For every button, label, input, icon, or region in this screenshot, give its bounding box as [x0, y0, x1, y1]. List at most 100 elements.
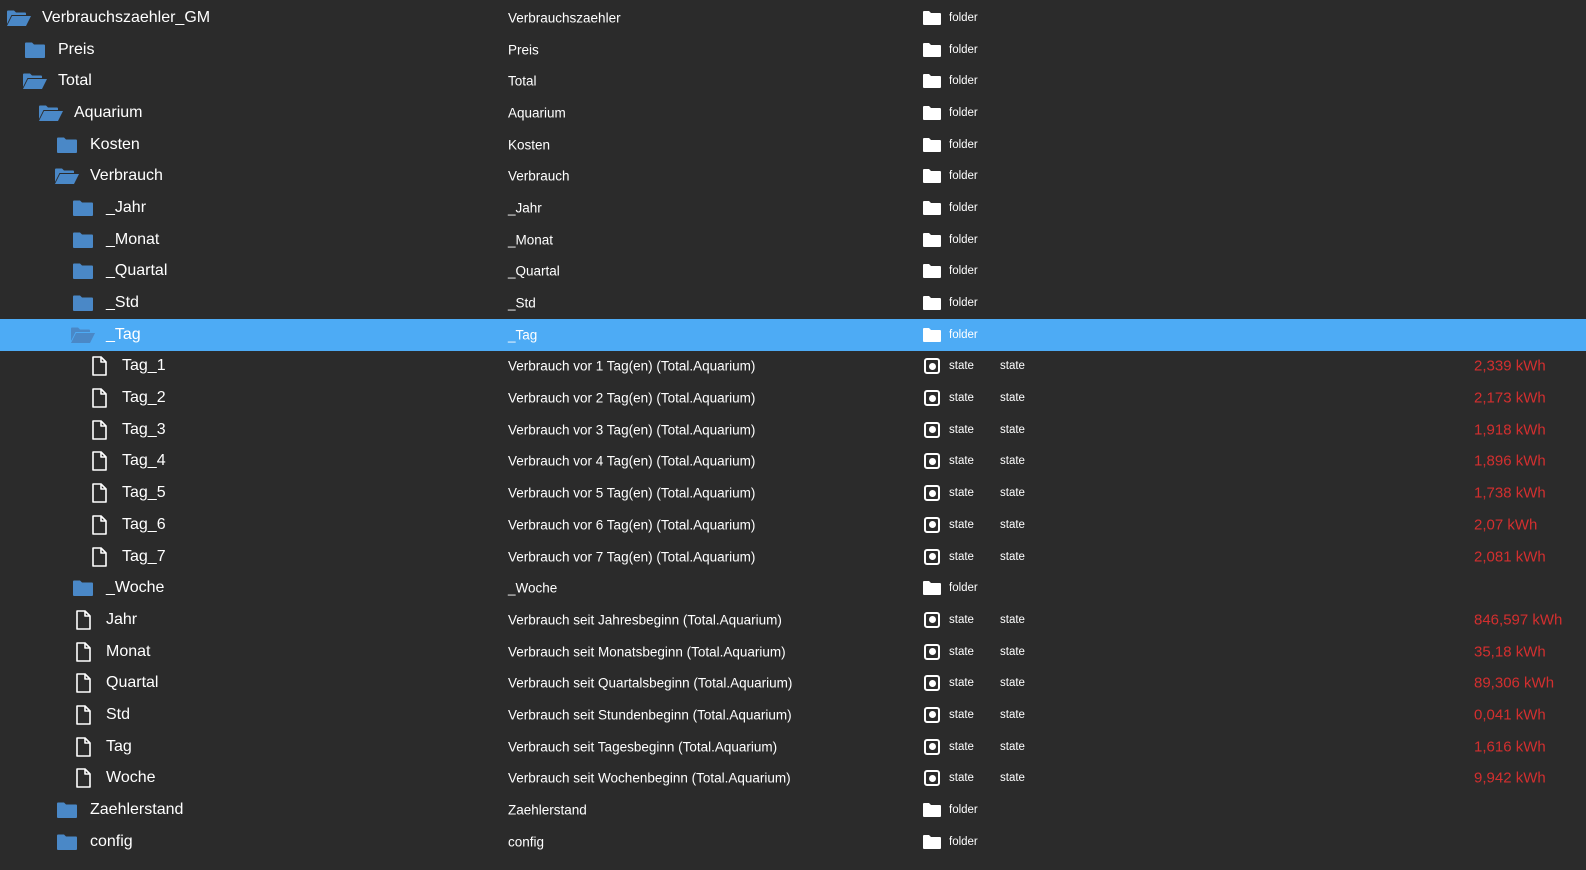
tree-item-name[interactable]: Zaehlerstand — [90, 801, 183, 819]
tree-item-value[interactable]: 2,081 kWh — [1474, 548, 1546, 565]
tree-row[interactable]: Tag_3 Verbrauch vor 3 Tag(en) (Total.Aqua… — [0, 414, 1586, 446]
tree-item-value[interactable]: 1,738 kWh — [1474, 485, 1546, 502]
tree-row[interactable]: _Quartal _Quartal folder — [0, 256, 1586, 288]
tree-row[interactable]: Tag_5 Verbrauch vor 5 Tag(en) (Total.Aqua… — [0, 477, 1586, 509]
folder-icon[interactable] — [70, 229, 96, 251]
tree-item-name[interactable]: _Woche — [106, 579, 164, 597]
folder-icon[interactable] — [70, 577, 96, 599]
file-icon[interactable] — [70, 609, 96, 631]
tree-row[interactable]: Zaehlerstand Zaehlerstand folder — [0, 794, 1586, 826]
folder-icon[interactable] — [54, 799, 80, 821]
tree-item-name[interactable]: Verbrauchszaehler_GM — [42, 9, 210, 27]
tree-item-value[interactable]: 2,339 kWh — [1474, 358, 1546, 375]
tree-item-name[interactable]: _Tag — [106, 326, 141, 344]
tree-row[interactable]: Kosten Kosten folder — [0, 129, 1586, 161]
folder-icon[interactable] — [70, 197, 96, 219]
tree-item-name[interactable]: _Monat — [106, 231, 159, 249]
folder-icon[interactable] — [54, 831, 80, 853]
tree-row[interactable]: _Std _Std folder — [0, 287, 1586, 319]
tree-row[interactable]: _Jahr _Jahr folder — [0, 192, 1586, 224]
tree-item-name[interactable]: Total — [58, 72, 92, 90]
tree-item-value[interactable]: 0,041 kWh — [1474, 706, 1546, 723]
tree-row[interactable]: Verbrauch Verbrauch folder — [0, 160, 1586, 192]
tree-item-name[interactable]: Tag_4 — [122, 452, 166, 470]
tree-item-name[interactable]: Quartal — [106, 674, 158, 692]
tree-item-description: Zaehlerstand — [508, 802, 587, 818]
tree-row[interactable]: _Tag _Tag folder — [0, 318, 1586, 351]
file-icon[interactable] — [70, 672, 96, 694]
tree-item-name[interactable]: config — [90, 833, 133, 851]
tree-item-name[interactable]: Tag — [106, 738, 132, 756]
tree-item-name[interactable]: Tag_2 — [122, 389, 166, 407]
tree-row[interactable]: Jahr Verbrauch seit Jahresbeginn (Total.A… — [0, 604, 1586, 636]
tree-row[interactable]: Preis Preis folder — [0, 34, 1586, 66]
file-icon[interactable] — [70, 767, 96, 789]
file-icon[interactable] — [86, 450, 112, 472]
tree-item-name[interactable]: Tag_3 — [122, 421, 166, 439]
file-icon[interactable] — [86, 482, 112, 504]
tree-item-type: state — [949, 613, 974, 626]
tree-item-type: folder — [949, 201, 978, 214]
tree-item-name[interactable]: _Jahr — [106, 199, 146, 217]
tree-row[interactable]: Tag_7 Verbrauch vor 7 Tag(en) (Total.Aqua… — [0, 541, 1586, 573]
file-icon[interactable] — [86, 514, 112, 536]
tree-row[interactable]: config config folder — [0, 826, 1586, 858]
tree-item-name[interactable]: Tag_5 — [122, 484, 166, 502]
folder-icon[interactable] — [70, 292, 96, 314]
tree-item-value[interactable]: 1,896 kWh — [1474, 453, 1546, 470]
file-icon[interactable] — [86, 355, 112, 377]
tree-item-value[interactable]: 89,306 kWh — [1474, 675, 1554, 692]
file-icon[interactable] — [86, 419, 112, 441]
tree-row[interactable]: Tag_6 Verbrauch vor 6 Tag(en) (Total.Aqua… — [0, 509, 1586, 541]
file-icon[interactable] — [86, 546, 112, 568]
folder-open-icon[interactable] — [6, 7, 32, 29]
tree-item-name[interactable]: Tag_7 — [122, 548, 166, 566]
tree-row[interactable]: Tag Verbrauch seit Tagesbeginn (Total.Aqu… — [0, 731, 1586, 763]
tree-item-value[interactable]: 9,942 kWh — [1474, 770, 1546, 787]
folder-icon[interactable] — [22, 39, 48, 61]
file-icon[interactable] — [70, 641, 96, 663]
folder-icon[interactable] — [54, 134, 80, 156]
tree-item-value[interactable]: 1,918 kWh — [1474, 421, 1546, 438]
tree-row[interactable]: Woche Verbrauch seit Wochenbeginn (Total.… — [0, 763, 1586, 795]
folder-open-icon[interactable] — [22, 70, 48, 92]
tree-item-value[interactable]: 846,597 kWh — [1474, 611, 1562, 628]
tree-item-name[interactable]: _Std — [106, 294, 139, 312]
tree-row[interactable]: Verbrauchszaehler_GM Verbrauchszaehler fol… — [0, 2, 1586, 34]
tree-row[interactable]: Quartal Verbrauch seit Quartalsbeginn (To… — [0, 667, 1586, 699]
tree-item-name[interactable]: Jahr — [106, 611, 137, 629]
tree-item-name[interactable]: Tag_1 — [122, 357, 166, 375]
folder-open-icon[interactable] — [54, 165, 80, 187]
tree-item-name[interactable]: Tag_6 — [122, 516, 166, 534]
file-icon[interactable] — [70, 736, 96, 758]
type-folder-icon — [922, 198, 942, 218]
tree-item-name[interactable]: Monat — [106, 643, 150, 661]
tree-row[interactable]: Aquarium Aquarium folder — [0, 97, 1586, 129]
tree-item-role: state — [1000, 708, 1025, 721]
tree-item-name[interactable]: Verbrauch — [90, 167, 163, 185]
tree-row[interactable]: _Woche _Woche folder — [0, 572, 1586, 604]
tree-item-name[interactable]: _Quartal — [106, 262, 167, 280]
tree-item-name[interactable]: Woche — [106, 769, 156, 787]
tree-item-name[interactable]: Std — [106, 706, 130, 724]
tree-item-name[interactable]: Aquarium — [74, 104, 142, 122]
tree-row[interactable]: Total Total folder — [0, 65, 1586, 97]
tree-row[interactable]: Monat Verbrauch seit Monatsbeginn (Total.… — [0, 636, 1586, 668]
tree-row[interactable]: _Monat _Monat folder — [0, 224, 1586, 256]
tree-item-description: Verbrauch vor 2 Tag(en) (Total.Aquarium) — [508, 390, 756, 406]
tree-row[interactable]: Tag_4 Verbrauch vor 4 Tag(en) (Total.Aqua… — [0, 446, 1586, 478]
folder-open-icon[interactable] — [38, 102, 64, 124]
folder-icon[interactable] — [70, 260, 96, 282]
tree-item-value[interactable]: 2,173 kWh — [1474, 390, 1546, 407]
tree-item-value[interactable]: 35,18 kWh — [1474, 643, 1546, 660]
file-icon[interactable] — [70, 704, 96, 726]
tree-row[interactable]: Tag_1 Verbrauch vor 1 Tag(en) (Total.Aqua… — [0, 351, 1586, 383]
folder-open-icon[interactable] — [70, 324, 96, 346]
tree-row[interactable]: Std Verbrauch seit Stundenbeginn (Total.A… — [0, 699, 1586, 731]
tree-row[interactable]: Tag_2 Verbrauch vor 2 Tag(en) (Total.Aqua… — [0, 382, 1586, 414]
file-icon[interactable] — [86, 387, 112, 409]
tree-item-name[interactable]: Preis — [58, 41, 94, 59]
tree-item-value[interactable]: 1,616 kWh — [1474, 738, 1546, 755]
tree-item-name[interactable]: Kosten — [90, 136, 140, 154]
tree-item-value[interactable]: 2,07 kWh — [1474, 516, 1537, 533]
